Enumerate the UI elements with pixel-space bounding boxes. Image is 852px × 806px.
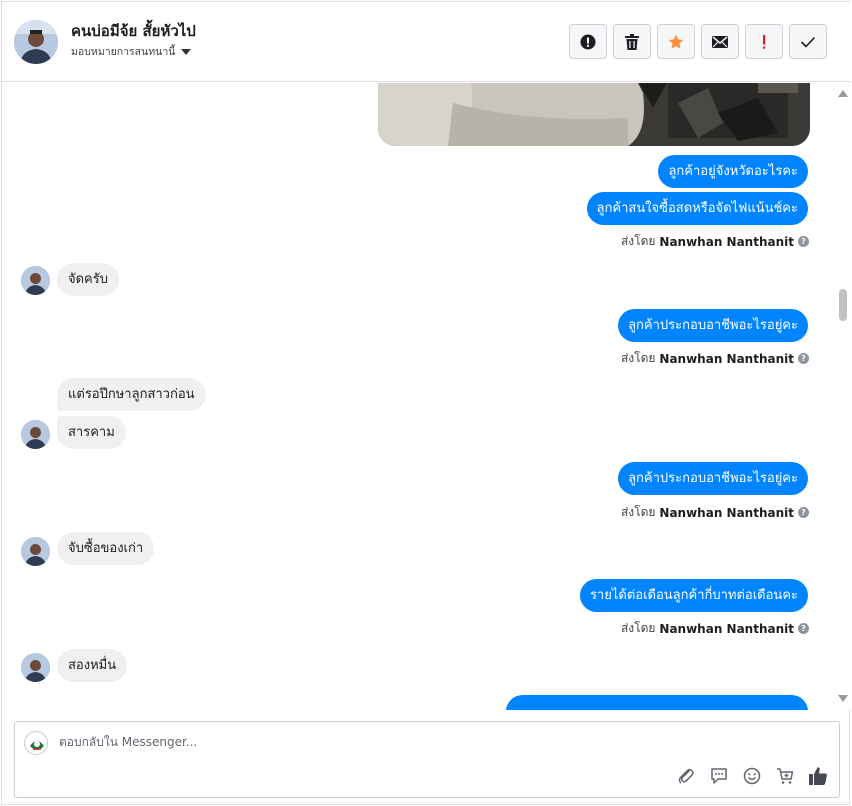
star-button[interactable] [657, 24, 695, 59]
contact-avatar[interactable] [14, 20, 58, 64]
mark-spam-button[interactable] [569, 24, 607, 59]
chat-bubble-icon [711, 768, 727, 784]
reply-composer [14, 721, 840, 798]
help-icon[interactable]: ? [798, 236, 809, 247]
incoming-message[interactable]: สารคาม [57, 416, 126, 449]
incoming-message[interactable]: สองหมื่น [57, 649, 128, 682]
saved-replies-button[interactable] [708, 765, 730, 787]
reply-input[interactable] [59, 735, 799, 749]
delete-button[interactable] [613, 24, 651, 59]
sent-by-prefix: ส่งโดย [620, 621, 656, 635]
mark-unread-button[interactable] [701, 24, 739, 59]
outgoing-message[interactable]: ลูกค้าสนใจซื้อสดหรือจัดไฟแน้นช์คะ [586, 192, 808, 225]
scroll-up-arrow-icon[interactable] [838, 90, 848, 97]
conversation-header: คนบ่อมีจ้ย สั้ยหัวไป มอบหมายการสนทนานี้ [2, 2, 851, 82]
conversation-toolbar [569, 24, 827, 59]
sender-name: Nanwhan Nanthanit [659, 234, 794, 249]
incoming-message[interactable]: แต่รอปึกษาลูกสาวก่อน [57, 378, 206, 411]
outgoing-message[interactable]: ลูกค้าอยู่จังหวัดอะไรคะ [658, 155, 808, 188]
caret-down-icon [181, 48, 192, 55]
scrollbar-thumb[interactable] [839, 289, 847, 321]
incoming-message[interactable]: จับซื้อของเก่า [57, 532, 155, 565]
cart-plus-icon [777, 768, 794, 784]
scroll-down-arrow-icon[interactable] [838, 695, 848, 702]
outgoing-message[interactable]: รายได้ต่อเดือนลูกค้ากี่บาทต่อเดือนคะ [579, 579, 808, 612]
exclamation-icon [763, 34, 766, 49]
sent-by-prefix: ส่งโดย [620, 505, 656, 519]
check-icon [800, 36, 816, 48]
assign-label: มอบหมายการสนทนานี้ [71, 46, 176, 58]
outgoing-message[interactable]: ลูกค้าประกอบอาชีพอะไรอยู่คะ [618, 309, 808, 342]
sent-by-label: ส่งโดย Nanwhan Nanthanit ? [621, 232, 809, 251]
message-thread[interactable]: ลูกค้าอยู่จังหวัดอะไรคะ ลูกค้าสนใจซื้อสด… [2, 83, 851, 710]
sender-name: Nanwhan Nanthanit [659, 505, 794, 520]
star-icon [668, 34, 684, 49]
help-icon[interactable]: ? [798, 353, 809, 364]
like-button[interactable] [807, 765, 829, 787]
sent-by-prefix: ส่งโดย [620, 234, 656, 248]
contact-avatar-small [21, 537, 50, 566]
add-product-button[interactable] [774, 765, 796, 787]
sender-name: Nanwhan Nanthanit [659, 351, 794, 366]
page-logo-icon [24, 731, 48, 755]
messenger-inbox-panel: คนบ่อมีจ้ย สั้ยหัวไป มอบหมายการสนทนานี้ [1, 1, 851, 805]
thread-scrollbar[interactable] [835, 83, 851, 710]
help-icon[interactable]: ? [798, 507, 809, 518]
help-icon[interactable]: ? [798, 623, 809, 634]
contact-avatar-small [21, 420, 50, 449]
paperclip-icon [678, 768, 694, 784]
trash-icon [625, 33, 639, 50]
contact-name: คนบ่อมีจ้ย สั้ยหัวไป [71, 22, 196, 40]
contact-avatar-small [21, 266, 50, 295]
composer-tools [675, 765, 829, 787]
attached-photo[interactable] [378, 83, 810, 146]
outgoing-message-partial[interactable] [506, 695, 808, 710]
follow-up-button[interactable] [745, 24, 783, 59]
attach-button[interactable] [675, 765, 697, 787]
mark-done-button[interactable] [789, 24, 827, 59]
sent-by-prefix: ส่งโดย [620, 351, 656, 365]
thumbs-up-icon [809, 767, 827, 785]
alert-circle-icon [580, 34, 596, 49]
outgoing-message[interactable]: ลูกค้าประกอบอาชีพอะไรอยู่คะ [618, 462, 808, 495]
envelope-icon [712, 35, 728, 48]
sent-by-label: ส่งโดย Nanwhan Nanthanit ? [621, 349, 809, 368]
emoji-button[interactable] [741, 765, 763, 787]
smiley-icon [743, 767, 761, 785]
contact-avatar-small [21, 653, 50, 682]
sent-by-label: ส่งโดย Nanwhan Nanthanit ? [621, 619, 809, 638]
sender-name: Nanwhan Nanthanit [659, 621, 794, 636]
incoming-message[interactable]: จัดครับ [57, 263, 119, 296]
assign-conversation-dropdown[interactable]: มอบหมายการสนทนานี้ [71, 43, 192, 60]
sent-by-label: ส่งโดย Nanwhan Nanthanit ? [621, 503, 809, 522]
